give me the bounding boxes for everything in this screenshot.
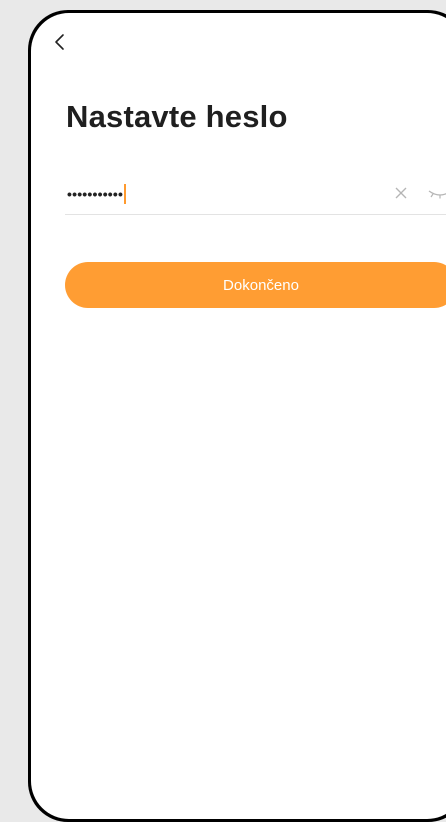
page-title: Nastavte heslo xyxy=(66,99,288,134)
close-icon xyxy=(393,187,409,205)
password-value: ••••••••••• xyxy=(67,186,124,202)
back-button[interactable] xyxy=(52,30,72,54)
chevron-left-icon xyxy=(52,30,72,54)
eye-closed-icon xyxy=(427,187,446,204)
device-frame: Nastavte heslo ••••••••••• Dokončeno xyxy=(28,10,446,822)
done-button[interactable]: Dokončeno xyxy=(65,262,446,308)
text-caret xyxy=(124,184,127,204)
clear-button[interactable] xyxy=(393,185,409,201)
password-field[interactable]: ••••••••••• xyxy=(65,173,446,215)
password-input[interactable]: ••••••••••• xyxy=(67,184,127,204)
screen: Nastavte heslo ••••••••••• Dokončeno xyxy=(31,13,446,819)
toggle-visibility-button[interactable] xyxy=(427,187,446,199)
